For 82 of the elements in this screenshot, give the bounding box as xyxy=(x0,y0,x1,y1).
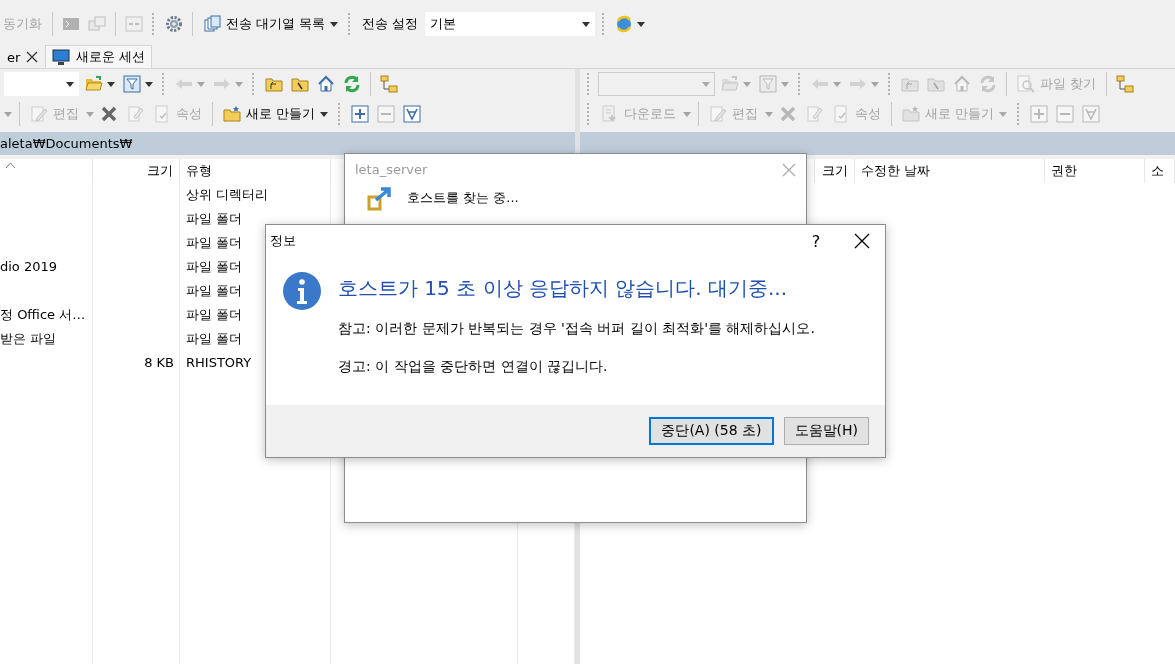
file-type: 파일 폴더 xyxy=(186,283,243,298)
session-tab[interactable]: 새로운 세션 xyxy=(45,45,153,68)
folder-tree-icon xyxy=(380,75,398,93)
filter-icon xyxy=(759,75,777,93)
windows-icon xyxy=(88,15,106,33)
file-name: dio 2019 xyxy=(0,259,58,274)
plus-box-icon xyxy=(1030,105,1049,123)
file-type: 상위 디렉터리 xyxy=(186,187,269,202)
close-icon xyxy=(854,233,870,249)
caret-icon xyxy=(330,21,339,27)
refresh-icon xyxy=(343,75,361,93)
minus-box-icon xyxy=(1056,105,1075,123)
close-icon[interactable] xyxy=(26,51,39,63)
document-check-icon xyxy=(153,105,171,123)
transfer-settings-label: 전송 설정 xyxy=(361,15,420,33)
folder-star-icon xyxy=(223,105,241,123)
file-size: 8 KB xyxy=(144,355,174,370)
file-type: 파일 폴더 xyxy=(186,331,243,346)
terminal-icon xyxy=(62,15,80,33)
folder-up-icon xyxy=(265,75,283,93)
pencil-icon xyxy=(30,105,48,123)
triangle-box-icon xyxy=(403,105,422,123)
file-type: RHISTORY xyxy=(186,355,252,370)
file-type: 파일 폴더 xyxy=(186,235,243,250)
note-text: 참고: 이러한 문제가 반복되는 경우 '접속 버퍼 길이 최적화'를 해제하십시오. xyxy=(338,320,815,338)
info-icon xyxy=(282,271,322,311)
pencil-icon xyxy=(709,105,727,123)
caret-icon[interactable] xyxy=(145,81,153,87)
folder-star-icon xyxy=(902,105,920,123)
rename-icon xyxy=(805,105,823,123)
dialog-title: 정보 xyxy=(270,232,297,250)
home-icon xyxy=(953,75,971,93)
folder-up-icon xyxy=(901,75,919,93)
gear-icon xyxy=(165,15,183,33)
warning-text: 경고: 이 작업을 중단하면 연결이 끊깁니다. xyxy=(338,358,609,376)
dialog-button[interactable]: 중단(A) (58 초) xyxy=(649,417,774,445)
file-name: 받은 파일 xyxy=(0,331,57,346)
document-arrow-icon xyxy=(601,105,619,123)
help-button[interactable]: ? xyxy=(793,225,839,257)
home-icon xyxy=(317,75,335,93)
refresh-icon xyxy=(979,75,997,93)
status-text: 호스트를 찾는 중... xyxy=(407,189,519,207)
filter-icon xyxy=(123,75,141,93)
caret-icon xyxy=(320,111,329,117)
connect-arrow-icon xyxy=(367,185,393,211)
combo-box[interactable]: 기본 xyxy=(425,12,596,36)
globe-icon xyxy=(615,15,634,33)
folder-slash-icon xyxy=(291,75,309,93)
toolbar-button[interactable]: 전송 대기열 목록 xyxy=(200,13,342,35)
folder-slash-icon xyxy=(927,75,945,93)
column-header[interactable]: 크기 xyxy=(815,159,855,183)
dialog-button[interactable]: 도움말(H) xyxy=(783,417,869,445)
file-type: 파일 폴더 xyxy=(186,259,243,274)
monitor-icon xyxy=(52,48,71,66)
triangle-box-icon xyxy=(1082,105,1101,123)
folder-open-icon xyxy=(721,75,739,93)
folder-tree-icon xyxy=(1116,75,1135,93)
path-text: aleta₩Documents₩ xyxy=(0,136,133,151)
x-mark-icon xyxy=(100,105,118,123)
column-header[interactable]: 유형 xyxy=(180,159,331,183)
caret-icon[interactable] xyxy=(107,81,115,87)
file-type: 파일 폴더 xyxy=(186,307,243,322)
x-mark-icon xyxy=(779,105,797,123)
window-arrows-icon xyxy=(125,15,143,33)
document-magnifier-icon xyxy=(1017,75,1035,93)
column-header[interactable]: 권한 xyxy=(1045,159,1145,183)
document-check-icon xyxy=(832,105,850,123)
column-header[interactable]: 소 xyxy=(1145,159,1175,183)
caret-icon[interactable] xyxy=(637,21,646,27)
folder-open-icon xyxy=(85,75,103,93)
dialog-title: leta_server xyxy=(355,162,428,177)
caret-icon xyxy=(999,111,1008,117)
documents-icon xyxy=(203,15,221,33)
file-name: 정 Office 서… xyxy=(0,307,86,322)
toolbar-button[interactable]: 새로 만들기 xyxy=(220,103,332,125)
column-header[interactable]: 수정한 날짜 xyxy=(855,159,1045,183)
rename-icon xyxy=(126,105,144,123)
plus-box-icon xyxy=(351,105,370,123)
minus-box-icon xyxy=(377,105,396,123)
dialog-heading: 호스트가 15 초 이상 응답하지 않습니다. 대기중... xyxy=(338,275,789,302)
column-header[interactable]: 크기 xyxy=(93,159,180,183)
file-type: 파일 폴더 xyxy=(186,211,243,226)
